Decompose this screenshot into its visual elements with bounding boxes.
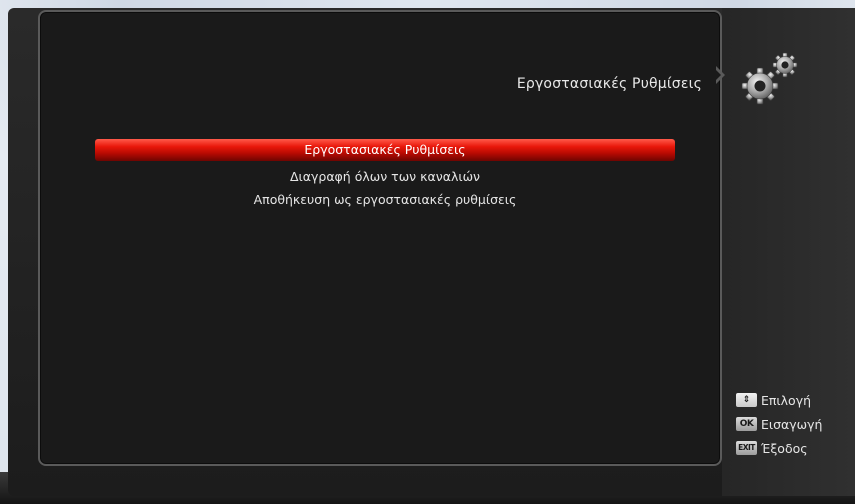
legend-exit: EXIT Έξοδος: [736, 438, 846, 462]
gears-icon: [741, 52, 798, 105]
page-title: Εργοστασιακές Ρυθμίσεις: [516, 76, 702, 92]
key-legend: ⇕ Επιλογή OK Εισαγωγή EXIT Έξοδος: [736, 390, 846, 462]
legend-exit-label: Έξοδος: [761, 440, 808, 456]
menu-item-delete-all-channels[interactable]: Διαγραφή όλων των καναλιών: [95, 166, 675, 188]
legend-enter: OK Εισαγωγή: [736, 414, 846, 438]
legend-select: ⇕ Επιλογή: [736, 390, 846, 414]
main-panel: Εργοστασιακές Ρυθμίσεις: [38, 10, 722, 466]
legend-enter-label: Εισαγωγή: [761, 416, 823, 432]
title-pointer-inner: [714, 68, 721, 82]
menu-item-save-as-factory-settings[interactable]: Αποθήκευση ως εργοστασιακές ρυθμίσεις: [95, 189, 675, 211]
ok-key-icon: OK: [736, 416, 757, 431]
exit-key-icon: EXIT: [736, 440, 757, 455]
up-down-key-icon: ⇕: [736, 392, 757, 407]
legend-select-label: Επιλογή: [761, 392, 812, 408]
menu-item-factory-settings[interactable]: Εργοστασιακές Ρυθμίσεις: [95, 139, 675, 161]
